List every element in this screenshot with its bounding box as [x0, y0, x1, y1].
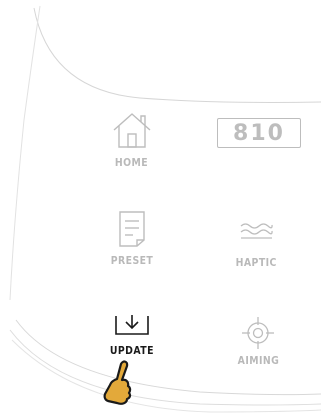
pointer-hand-icon [100, 358, 134, 412]
level-value: 810 [217, 118, 301, 148]
menu-item-label: UPDATE [109, 344, 155, 357]
crosshair-icon [241, 316, 275, 350]
document-icon [117, 210, 147, 248]
menu-item-home[interactable]: HOME [104, 110, 160, 169]
level-display: 810 [214, 118, 304, 148]
menu-item-preset[interactable]: PRESET [101, 210, 163, 267]
download-icon [112, 312, 152, 338]
menu-item-label: AIMING [237, 354, 279, 367]
haptic-waves-icon [238, 220, 274, 242]
menu-item-update[interactable]: UPDATE [100, 312, 164, 357]
menu-item-label: PRESET [110, 254, 154, 267]
home-icon [110, 110, 154, 150]
menu-item-haptic[interactable]: HAPTIC [224, 220, 288, 269]
menu-item-label: HOME [115, 156, 149, 169]
menu-item-aiming[interactable]: AIMING [228, 316, 288, 367]
menu-item-label: HAPTIC [235, 256, 277, 269]
